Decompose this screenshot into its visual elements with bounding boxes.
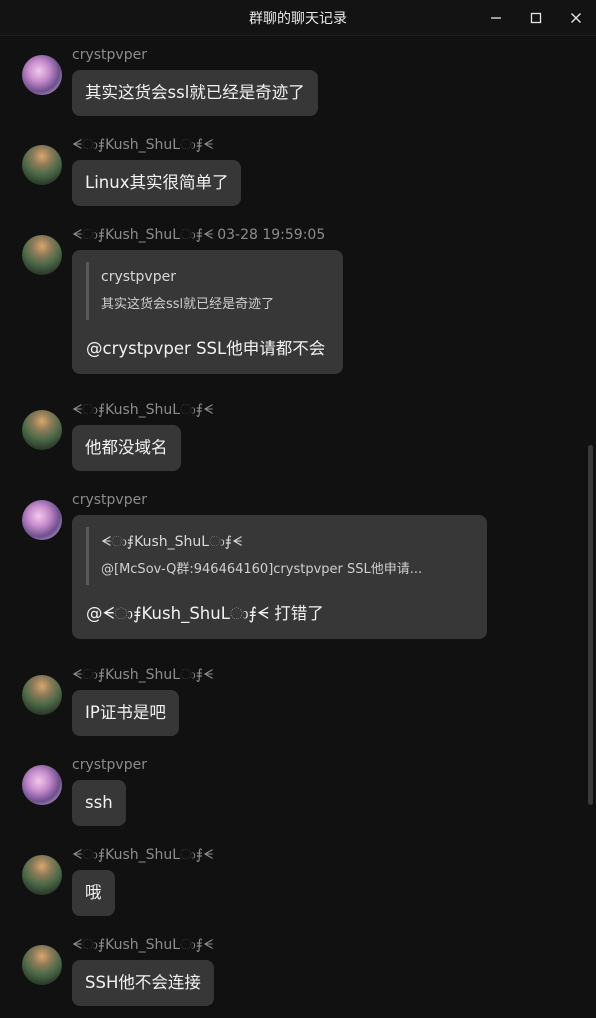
sender-name: ᗕා⨎Kush_ShuLා⨎ᗕ [72,667,214,683]
close-icon [571,12,581,23]
window-title: 群聊的聊天记录 [249,10,347,27]
minimize-icon [491,16,501,19]
message-text: @crystpvper SSL他申请都不会 [86,339,326,358]
scrollbar-thumb[interactable] [588,445,593,805]
sender-name: ᗕා⨎Kush_ShuLා⨎ᗕ [72,937,214,953]
message-bubble[interactable]: 其实这货会ssl就已经是奇迹了 [72,70,318,116]
avatar[interactable] [22,500,62,540]
quoted-sender: ᗕා⨎Kush_ShuLා⨎ᗕ [101,534,243,550]
message-bubble[interactable]: crystpvper 其实这货会ssl就已经是奇迹了 @crystpvper S… [72,250,343,374]
message-text: ssh [85,793,113,812]
message-text: Linux其实很简单了 [85,173,229,192]
quoted-text: 其实这货会ssl就已经是奇迹了 [101,297,275,312]
message-meta: crystpvper [72,491,147,509]
message-meta: ᗕා⨎Kush_ShuLා⨎ᗕ 03-28 19:59:05 [72,226,325,244]
sender-name: ᗕා⨎Kush_ShuLා⨎ᗕ [72,847,214,863]
sender-name: ᗕා⨎Kush_ShuLා⨎ᗕ [72,227,214,243]
message-bubble[interactable]: 哦 [72,870,115,916]
message-bubble[interactable]: 他都没域名 [72,425,181,471]
message-bubble[interactable]: SSH他不会连接 [72,960,214,1006]
avatar[interactable] [22,55,62,95]
window-controls [476,0,596,35]
quoted-message[interactable]: ᗕා⨎Kush_ShuLා⨎ᗕ @[McSov-Q群:946464160]cry… [86,527,473,585]
avatar[interactable] [22,675,62,715]
message-bubble[interactable]: ssh [72,780,126,826]
message-text: 其实这货会ssl就已经是奇迹了 [85,83,305,102]
close-button[interactable] [556,0,596,35]
message-bubble[interactable]: ᗕා⨎Kush_ShuLා⨎ᗕ @[McSov-Q群:946464160]cry… [72,515,487,639]
message-meta: ᗕා⨎Kush_ShuLා⨎ᗕ [72,846,213,864]
message-text: 哦 [85,883,102,902]
message-meta: crystpvper [72,756,147,774]
avatar[interactable] [22,235,62,275]
message-meta: ᗕා⨎Kush_ShuLා⨎ᗕ [72,666,213,684]
quoted-sender: crystpvper [101,269,176,285]
sender-name: crystpvper [72,492,147,508]
maximize-button[interactable] [516,0,556,35]
message-meta: ᗕා⨎Kush_ShuLා⨎ᗕ [72,936,213,954]
message-meta: crystpvper [72,46,147,64]
sender-name: ᗕා⨎Kush_ShuLා⨎ᗕ [72,137,214,153]
sender-name: ᗕා⨎Kush_ShuLා⨎ᗕ [72,402,214,418]
avatar[interactable] [22,410,62,450]
message-meta: ᗕා⨎Kush_ShuLා⨎ᗕ [72,136,213,154]
message-bubble[interactable]: IP证书是吧 [72,690,179,736]
quoted-message[interactable]: crystpvper 其实这货会ssl就已经是奇迹了 [86,262,329,320]
message-text: SSH他不会连接 [85,973,201,992]
quoted-text: @[McSov-Q群:946464160]crystpvper SSL他申请..… [101,562,423,577]
sender-name: crystpvper [72,47,147,63]
avatar[interactable] [22,855,62,895]
minimize-button[interactable] [476,0,516,35]
avatar[interactable] [22,945,62,985]
message-time: 03-28 19:59:05 [217,227,326,243]
message-bubble[interactable]: Linux其实很简单了 [72,160,242,206]
chat-history[interactable]: crystpvper 其实这货会ssl就已经是奇迹了 ᗕා⨎Kush_ShuLා… [0,36,596,1018]
message-meta: ᗕා⨎Kush_ShuLා⨎ᗕ [72,401,213,419]
avatar[interactable] [22,765,62,805]
maximize-icon [530,12,542,23]
sender-name: crystpvper [72,757,147,773]
message-text: @ᗕා⨎Kush_ShuLා⨎ᗕ 打错了 [86,604,324,623]
title-bar: 群聊的聊天记录 [0,0,596,36]
message-text: IP证书是吧 [85,703,166,722]
message-text: 他都没域名 [85,438,168,457]
avatar[interactable] [22,145,62,185]
